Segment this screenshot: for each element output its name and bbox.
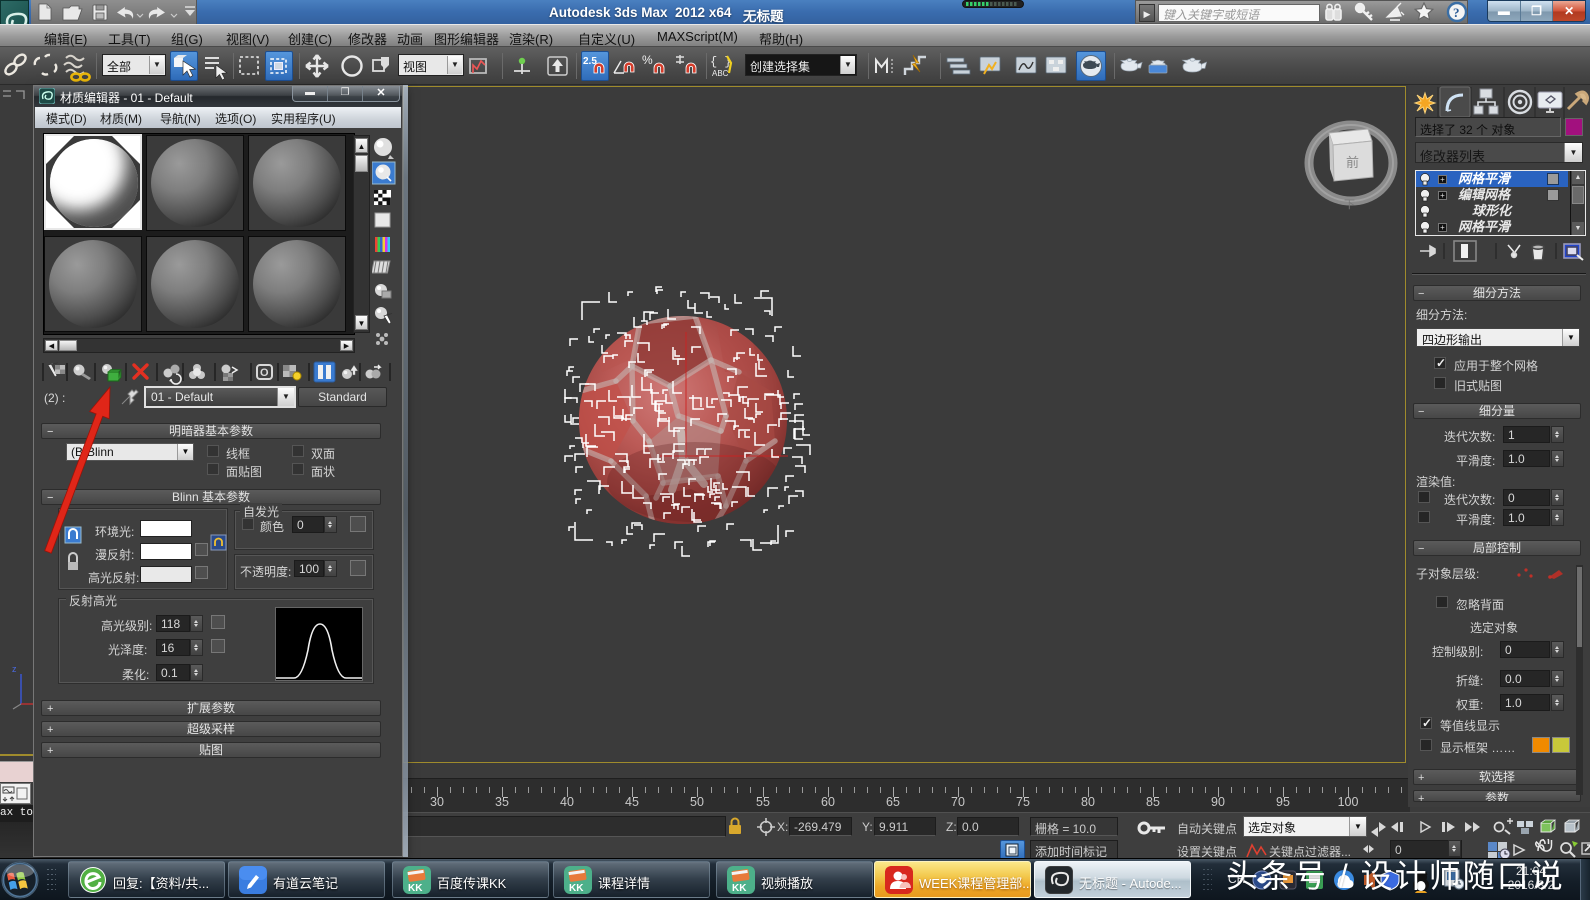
svg-text:KK: KK [408, 883, 423, 894]
svg-text:z: z [12, 664, 17, 674]
svg-text:%: % [642, 53, 653, 67]
svg-text:KK: KK [569, 883, 584, 894]
svg-text:ABC: ABC [712, 69, 729, 78]
svg-text:KK: KK [732, 883, 747, 894]
svg-text:O: O [260, 367, 269, 379]
svg-text:?: ? [1453, 5, 1460, 20]
